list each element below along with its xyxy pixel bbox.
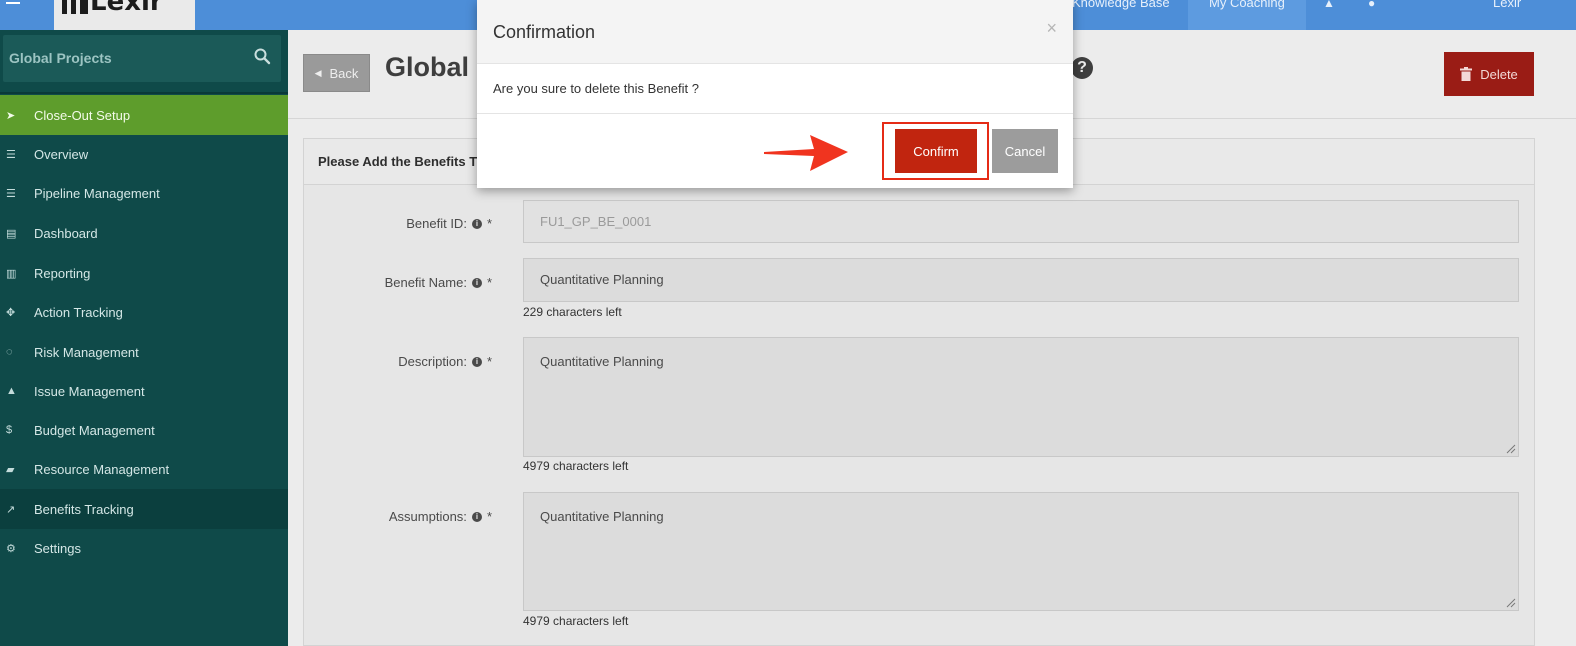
sidebar-item-issue-management[interactable]: ▲ Issue Management (0, 371, 288, 411)
cancel-button[interactable]: Cancel (992, 129, 1058, 173)
assumptions-value: Quantitative Planning (540, 509, 664, 524)
back-button-label: Back (329, 65, 359, 81)
user-menu[interactable]: Lexir (1493, 0, 1521, 10)
close-icon[interactable]: × (1046, 18, 1057, 39)
list-icon: ☰ (6, 148, 16, 161)
sidebar-divider (0, 92, 288, 94)
back-button[interactable]: ◀ Back (303, 54, 370, 92)
sidebar-item-label: Close-Out Setup (34, 107, 131, 123)
resize-handle-icon[interactable] (1506, 444, 1516, 454)
info-icon[interactable]: i (471, 511, 482, 522)
required-mark: * (486, 216, 492, 231)
required-mark: * (486, 275, 492, 290)
rocket-icon: ➤ (6, 109, 16, 122)
search-icon[interactable] (253, 47, 271, 65)
dashboard-icon: ▤ (6, 227, 17, 240)
resize-handle-icon[interactable] (1506, 598, 1516, 608)
modal-footer-divider (477, 113, 1073, 114)
sidebar-item-label: Resource Management (34, 461, 170, 477)
description-textarea[interactable]: Quantitative Planning (523, 337, 1519, 457)
assumptions-textarea[interactable]: Quantitative Planning (523, 492, 1519, 611)
nav-link-knowledge-base[interactable]: Knowledge Base (1072, 0, 1170, 10)
sidebar-item-dashboard[interactable]: ▤ Dashboard (0, 213, 288, 253)
description-label: Description: i * (398, 354, 492, 369)
benefit-id-label-text: Benefit ID: (406, 216, 467, 231)
logo[interactable]: Lexir (54, 0, 195, 30)
sidebar-item-settings[interactable]: ⚙ Settings (0, 528, 288, 568)
benefit-name-label: Benefit Name: i * (385, 275, 492, 290)
logo-text: Lexir (90, 0, 163, 17)
sidebar-item-pipeline-management[interactable]: ☰ Pipeline Management (0, 173, 288, 213)
sidebar-item-close-out-setup[interactable]: ➤ Close-Out Setup (0, 95, 288, 135)
assumptions-label-text: Assumptions: (388, 509, 467, 524)
annotation-arrow-icon (764, 135, 848, 171)
sidebar-item-reporting[interactable]: ▥ Reporting (0, 253, 288, 293)
assumptions-char-count: 4979 characters left (523, 614, 629, 628)
benefit-name-label-text: Benefit Name: (384, 275, 467, 290)
info-icon[interactable]: i (471, 277, 482, 288)
help-icon[interactable]: ? (1071, 57, 1093, 79)
benefit-id-field: FU1_GP_BE_0001 (523, 200, 1519, 243)
sidebar-item-label: Overview (34, 146, 89, 162)
page-title: Global (385, 52, 470, 82)
warning-icon: ▲ (6, 385, 17, 397)
lightbulb-icon: ◌ (6, 346, 13, 358)
trash-icon (1460, 67, 1473, 81)
gears-icon: ⚙ (6, 542, 16, 555)
menu-toggle-icon[interactable] (6, 0, 22, 4)
sidebar-item-overview[interactable]: ☰ Overview (0, 134, 288, 174)
sidebar-item-label: Benefits Tracking (34, 501, 134, 517)
sidebar-item-benefits-tracking[interactable]: ↗ Benefits Tracking (0, 489, 288, 529)
benefit-id-label: Benefit ID: i * (406, 216, 492, 231)
sidebar-item-label: Dashboard (34, 225, 98, 241)
required-mark: * (486, 509, 492, 524)
benefit-name-char-count: 229 characters left (523, 305, 622, 319)
alert-icon[interactable]: ▲ (1323, 0, 1335, 10)
sidebar-item-risk-management[interactable]: ◌ Risk Management (0, 332, 288, 372)
modal-header: Confirmation × (477, 0, 1073, 64)
bar-chart-icon: ▥ (6, 267, 17, 280)
project-search-label: Global Projects (9, 50, 112, 66)
sidebar-item-label: Pipeline Management (34, 185, 160, 201)
info-icon[interactable]: i (471, 218, 482, 229)
list-icon: ☰ (6, 187, 16, 200)
description-value: Quantitative Planning (540, 354, 664, 369)
sidebar-item-budget-management[interactable]: $ Budget Management (0, 410, 288, 450)
sidebar-item-action-tracking[interactable]: ✥ Action Tracking (0, 292, 288, 332)
sidebar-item-label: Action Tracking (34, 304, 123, 320)
description-label-text: Description: (398, 354, 467, 369)
nav-link-my-coaching[interactable]: My Coaching (1209, 0, 1285, 10)
project-search[interactable]: Global Projects (3, 35, 281, 82)
sidebar-item-label: Risk Management (34, 344, 139, 360)
globe-icon[interactable]: ● (1368, 0, 1375, 10)
caret-left-icon: ◀ (314, 67, 322, 78)
delete-button[interactable]: Delete (1444, 52, 1534, 96)
description-char-count: 4979 characters left (523, 459, 629, 473)
line-chart-icon: ↗ (6, 503, 16, 516)
sidebar-item-resource-management[interactable]: ▰ Resource Management (0, 449, 288, 489)
modal-message: Are you sure to delete this Benefit ? (493, 81, 699, 96)
modal-title: Confirmation (493, 22, 596, 42)
info-icon[interactable]: i (471, 356, 482, 367)
delete-button-label: Delete (1480, 66, 1518, 82)
assumptions-label: Assumptions: i * (389, 509, 492, 524)
required-mark: * (486, 354, 492, 369)
folder-icon: ▰ (6, 463, 15, 476)
sidebar-item-label: Reporting (34, 265, 91, 281)
confirm-button[interactable]: Confirm (895, 129, 977, 173)
sidebar-item-label: Budget Management (34, 422, 155, 438)
dollar-icon: $ (6, 424, 13, 436)
crosshair-icon: ✥ (6, 306, 16, 319)
sidebar-item-label: Settings (34, 540, 81, 556)
logo-mark-icon (62, 0, 88, 14)
panel-title: Please Add the Benefits Ti (318, 154, 481, 169)
benefit-name-input[interactable]: Quantitative Planning (523, 258, 1519, 302)
sidebar-item-label: Issue Management (34, 383, 145, 399)
